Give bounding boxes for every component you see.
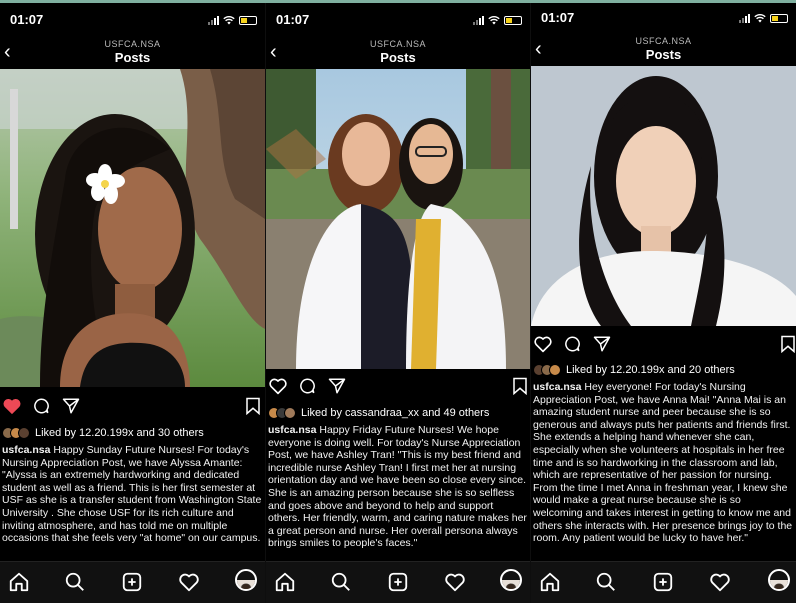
liker-avatars	[268, 407, 296, 419]
add-post-icon[interactable]	[121, 571, 143, 593]
post-caption: usfca.nsa Happy Friday Future Nurses! We…	[268, 424, 527, 550]
status-icons	[208, 15, 257, 25]
instagram-post-screen-3: 01:07 ‹ USFCA.NSA Posts Liked by 12.20.1…	[531, 3, 796, 603]
liker-avatars	[2, 427, 30, 439]
caption-text: Hey everyone! For today's Nursing Apprec…	[533, 381, 793, 545]
battery-icon	[504, 15, 522, 25]
heart-icon[interactable]	[268, 377, 288, 395]
status-time: 01:07	[10, 12, 44, 27]
post-photo[interactable]	[266, 69, 530, 369]
instagram-post-screen-1: 01:07 ‹ USFCA.NSA Posts Liked by 12.20.1…	[0, 3, 265, 603]
wifi-icon	[754, 13, 766, 23]
signal-icon	[739, 13, 750, 23]
comment-icon[interactable]	[563, 335, 581, 353]
heart-icon[interactable]	[533, 335, 553, 353]
likes-row[interactable]: Liked by 12.20.199x and 20 others	[533, 362, 796, 378]
add-post-icon[interactable]	[652, 571, 674, 593]
search-icon[interactable]	[595, 571, 617, 593]
page-title: Posts	[645, 47, 682, 62]
instagram-post-screen-2: 01:07 ‹ USFCA.NSA Posts Liked by cassand…	[266, 3, 530, 603]
status-time: 01:07	[541, 10, 575, 25]
status-bar: 01:07	[531, 3, 796, 31]
comment-icon[interactable]	[32, 397, 50, 415]
caption-text: Happy Friday Future Nurses! We hope ever…	[268, 424, 527, 550]
status-bar: 01:07	[266, 3, 530, 33]
caption-username[interactable]: usfca.nsa	[533, 381, 581, 393]
post-actions	[266, 375, 530, 399]
account-name: USFCA.NSA	[369, 39, 426, 49]
search-icon[interactable]	[64, 571, 86, 593]
activity-heart-icon[interactable]	[178, 571, 200, 593]
bookmark-icon[interactable]	[780, 335, 796, 353]
likes-text: Liked by 12.20.199x and 30 others	[35, 427, 204, 439]
caption-username[interactable]: usfca.nsa	[268, 424, 316, 436]
add-post-icon[interactable]	[387, 571, 409, 593]
heart-icon[interactable]	[2, 397, 22, 415]
bookmark-icon[interactable]	[512, 377, 528, 395]
wifi-icon	[488, 15, 500, 25]
post-photo[interactable]	[531, 66, 796, 326]
likes-row[interactable]: Liked by cassandraa_xx and 49 others	[268, 405, 530, 421]
signal-icon	[208, 15, 219, 25]
wifi-icon	[223, 15, 235, 25]
home-icon[interactable]	[8, 571, 30, 593]
activity-heart-icon[interactable]	[444, 571, 466, 593]
header: ‹ USFCA.NSA Posts	[0, 33, 265, 69]
search-icon[interactable]	[330, 571, 352, 593]
post-actions	[531, 333, 796, 357]
activity-heart-icon[interactable]	[709, 571, 731, 593]
header: ‹ USFCA.NSA Posts	[266, 33, 530, 69]
send-icon[interactable]	[62, 397, 80, 415]
battery-icon	[770, 13, 788, 23]
home-icon[interactable]	[539, 571, 561, 593]
status-icons	[739, 13, 788, 23]
status-icons	[473, 15, 522, 25]
liker-avatars	[533, 364, 561, 376]
post-photo[interactable]	[0, 69, 265, 387]
status-bar: 01:07	[0, 3, 265, 33]
bottom-nav	[266, 561, 530, 603]
bookmark-icon[interactable]	[245, 397, 261, 415]
likes-row[interactable]: Liked by 12.20.199x and 30 others	[2, 425, 265, 441]
likes-text: Liked by 12.20.199x and 20 others	[566, 364, 735, 376]
post-actions	[0, 395, 265, 419]
header: ‹ USFCA.NSA Posts	[531, 30, 796, 66]
bottom-nav	[531, 561, 796, 603]
send-icon[interactable]	[593, 335, 611, 353]
battery-icon	[239, 15, 257, 25]
post-caption: usfca.nsa Hey everyone! For today's Nurs…	[533, 381, 793, 545]
comment-icon[interactable]	[298, 377, 316, 395]
status-time: 01:07	[276, 12, 310, 27]
profile-avatar[interactable]	[768, 569, 790, 591]
bottom-nav	[0, 561, 265, 603]
likes-text: Liked by cassandraa_xx and 49 others	[301, 407, 490, 419]
page-title: Posts	[380, 50, 416, 65]
profile-avatar[interactable]	[235, 569, 257, 591]
profile-avatar[interactable]	[500, 569, 522, 591]
account-name: USFCA.NSA	[635, 36, 692, 46]
caption-text: Happy Sunday Future Nurses! For today's …	[2, 444, 262, 545]
home-icon[interactable]	[274, 571, 296, 593]
caption-username[interactable]: usfca.nsa	[2, 444, 50, 456]
page-title: Posts	[114, 50, 151, 65]
post-caption: usfca.nsa Happy Sunday Future Nurses! Fo…	[2, 444, 262, 545]
signal-icon	[473, 15, 484, 25]
send-icon[interactable]	[328, 377, 346, 395]
account-name: USFCA.NSA	[104, 39, 161, 49]
